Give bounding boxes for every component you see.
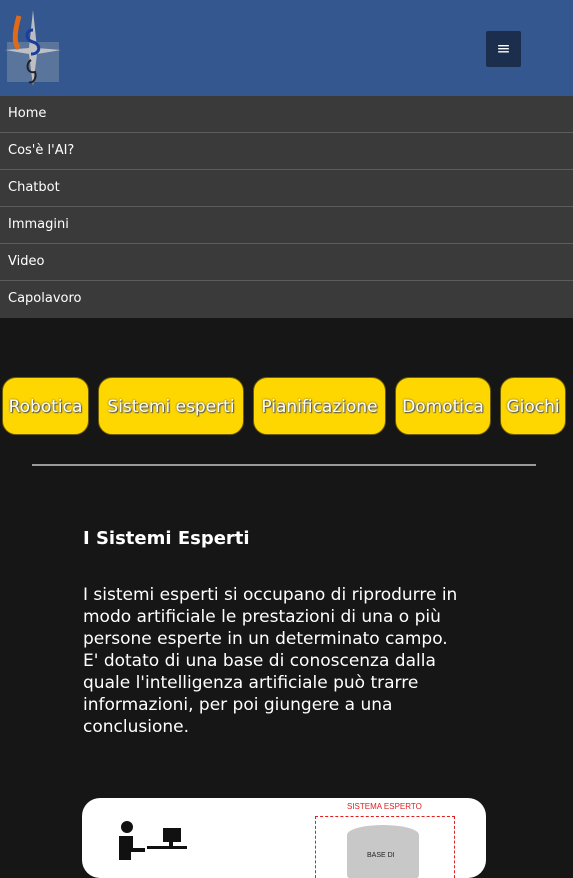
nav-item-chatbot[interactable]: Chatbot xyxy=(0,170,573,207)
section-divider xyxy=(32,464,536,466)
category-button-domotica[interactable]: Domotica xyxy=(395,377,491,435)
diagram-label: SISTEMA ESPERTO xyxy=(347,802,422,811)
category-button-giochi[interactable]: Giochi xyxy=(500,377,566,435)
nav-item-immagini[interactable]: Immagini xyxy=(0,207,573,244)
category-button-robotica[interactable]: Robotica xyxy=(2,377,89,435)
nav-item-home[interactable]: Home xyxy=(0,96,573,133)
diagram-card: SISTEMA ESPERTO BASE DI xyxy=(82,798,486,878)
page-title: I Sistemi Esperti xyxy=(83,528,250,549)
hamburger-icon: ≡ xyxy=(496,39,511,59)
database-label: BASE DI xyxy=(367,852,395,859)
main-nav: Home Cos'è l'AI? Chatbot Immagini Video … xyxy=(0,96,573,318)
site-logo[interactable] xyxy=(3,8,63,86)
category-button-pianificazione[interactable]: Pianificazione xyxy=(253,377,386,435)
nav-item-capolavoro[interactable]: Capolavoro xyxy=(0,281,573,318)
site-header: ≡ xyxy=(0,0,573,96)
intro-paragraph: I sistemi esperti si occupano di riprodu… xyxy=(83,585,458,737)
category-buttons: Robotica Sistemi esperti Pianificazione … xyxy=(0,377,573,437)
nav-item-video[interactable]: Video xyxy=(0,244,573,281)
category-button-sistemi-esperti[interactable]: Sistemi esperti xyxy=(98,377,244,435)
menu-toggle-button[interactable]: ≡ xyxy=(486,31,521,67)
user-computer-icon xyxy=(119,821,187,860)
nav-item-cose-ai[interactable]: Cos'è l'AI? xyxy=(0,133,573,170)
